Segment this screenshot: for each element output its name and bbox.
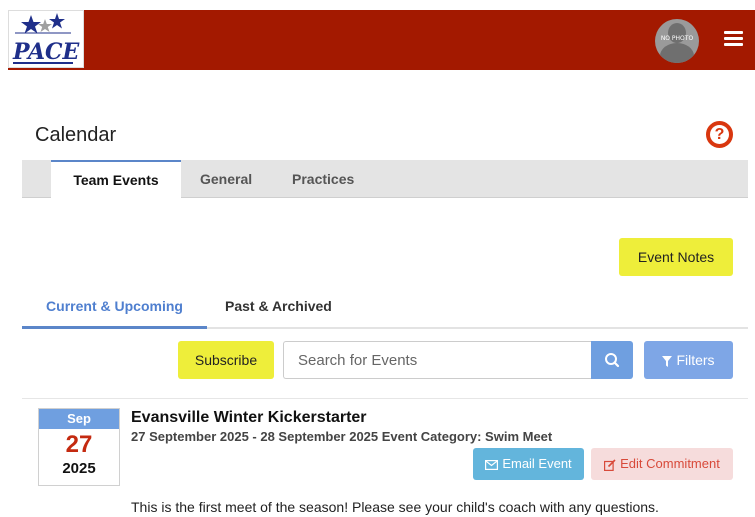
tab-past-archived[interactable]: Past & Archived <box>225 289 332 329</box>
envelope-icon <box>485 459 499 470</box>
edit-icon <box>604 458 616 471</box>
filter-icon <box>662 355 673 367</box>
logo-text: PACE <box>12 39 81 65</box>
question-circle-icon[interactable]: ? <box>706 121 733 148</box>
pace-logo[interactable]: PACE <box>8 10 84 68</box>
search-group <box>283 341 633 379</box>
tab-team-events[interactable]: Team Events <box>51 160 181 199</box>
filters-label: Filters <box>676 352 715 368</box>
subscribe-button[interactable]: Subscribe <box>178 341 274 379</box>
page-title: Calendar <box>35 124 117 146</box>
tab-current-upcoming[interactable]: Current & Upcoming <box>22 289 207 329</box>
sub-tabbar: Current & Upcoming Past & Archived <box>22 289 748 329</box>
email-event-button[interactable]: Email Event <box>473 448 584 480</box>
tab-general[interactable]: General <box>200 160 252 198</box>
search-button[interactable] <box>591 341 633 379</box>
logo-graphic: PACE <box>12 13 81 65</box>
email-event-label: Email Event <box>502 456 572 471</box>
user-avatar[interactable]: NO PHOTO <box>655 19 699 63</box>
event-month: Sep <box>39 409 119 429</box>
event-dates-category: 27 September 2025 - 28 September 2025 Ev… <box>131 429 553 444</box>
tab-practices[interactable]: Practices <box>292 160 354 198</box>
search-input[interactable] <box>283 341 591 379</box>
edit-commitment-button[interactable]: Edit Commitment <box>591 448 733 480</box>
header-bar <box>8 10 755 70</box>
event-description: This is the first meet of the season! Pl… <box>131 499 659 515</box>
top-header: PACE NO PHOTO <box>0 0 755 70</box>
help-glyph: ? <box>710 125 729 144</box>
event-day: 27 <box>65 431 93 458</box>
edit-commitment-label: Edit Commitment <box>620 456 720 471</box>
hamburger-menu-icon[interactable] <box>724 31 743 46</box>
event-notes-button[interactable]: Event Notes <box>619 238 733 276</box>
event-date-badge: Sep 27 2025 <box>38 408 120 486</box>
avatar-body <box>660 43 694 63</box>
event-title[interactable]: Evansville Winter Kickerstarter <box>131 409 367 427</box>
list-divider <box>22 398 748 399</box>
event-year: 2025 <box>62 460 96 477</box>
filters-button[interactable]: Filters <box>644 341 733 379</box>
avatar-placeholder-text: NO PHOTO <box>660 35 694 42</box>
main-tabbar: Team Events General Practices <box>22 160 748 199</box>
search-icon <box>605 353 620 368</box>
